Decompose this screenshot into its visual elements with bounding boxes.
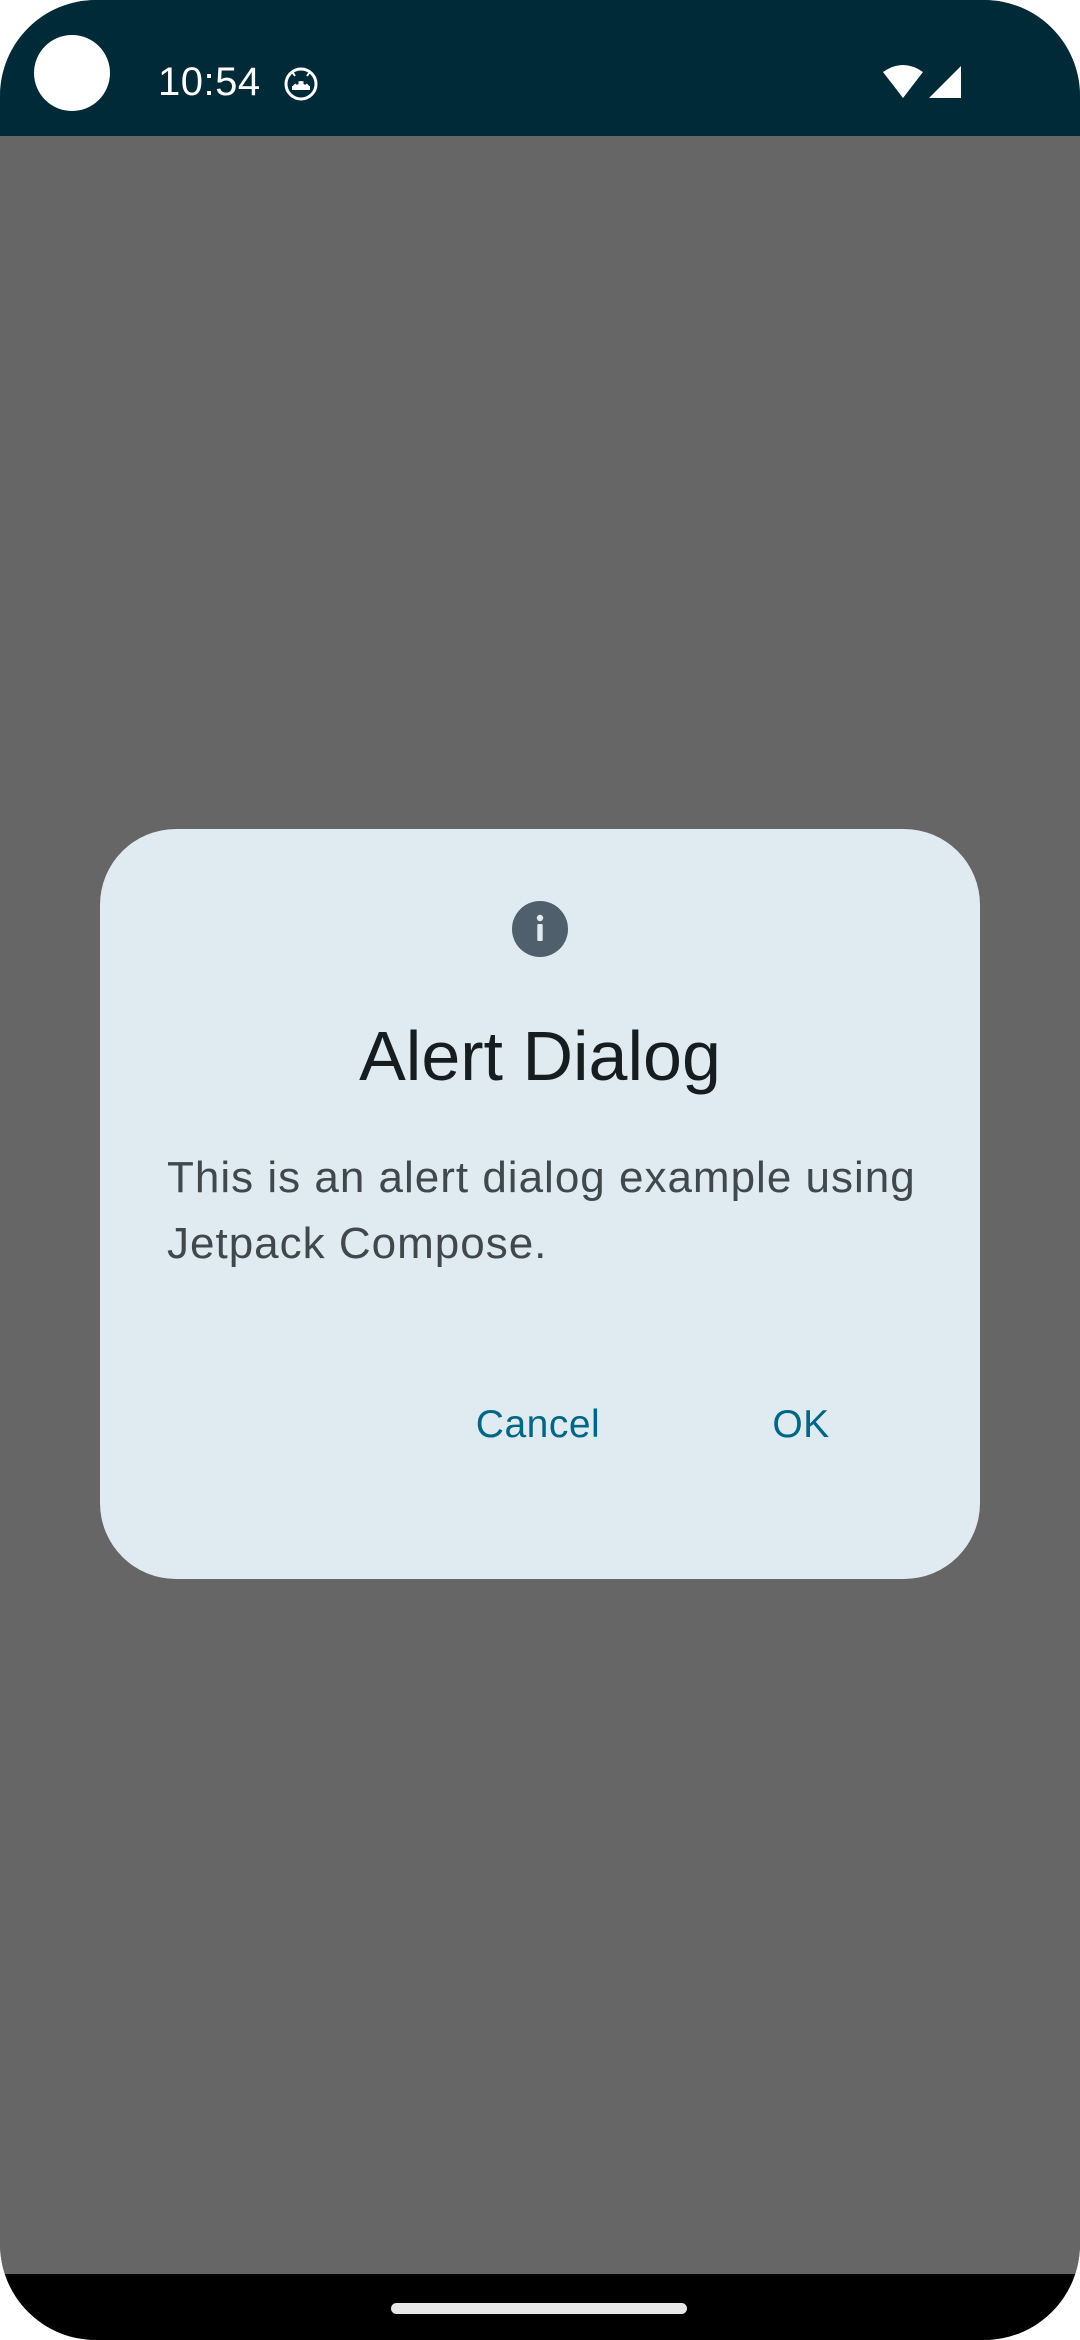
status-time: 10:54 [158, 60, 261, 104]
camera-cutout [34, 35, 110, 111]
cell-signal-icon [929, 66, 961, 98]
wifi-icon [883, 65, 923, 98]
phone-screen: 10:54 Alert Dialog This is an alert dial… [0, 0, 1080, 2340]
home-gesture-handle[interactable] [391, 2303, 687, 2314]
info-icon [512, 901, 568, 957]
dialog-message: This is an alert dialog example using Je… [167, 1153, 916, 1268]
android-debug-icon [284, 67, 318, 101]
alert-dialog: Alert Dialog This is an alert dialog exa… [100, 829, 980, 1579]
status-bar: 10:54 [0, 0, 1080, 136]
cancel-button[interactable]: Cancel [463, 1389, 613, 1461]
ok-button[interactable]: OK [753, 1389, 849, 1461]
dialog-title: Alert Dialog [359, 1017, 721, 1095]
navigation-bar [0, 2274, 1080, 2340]
